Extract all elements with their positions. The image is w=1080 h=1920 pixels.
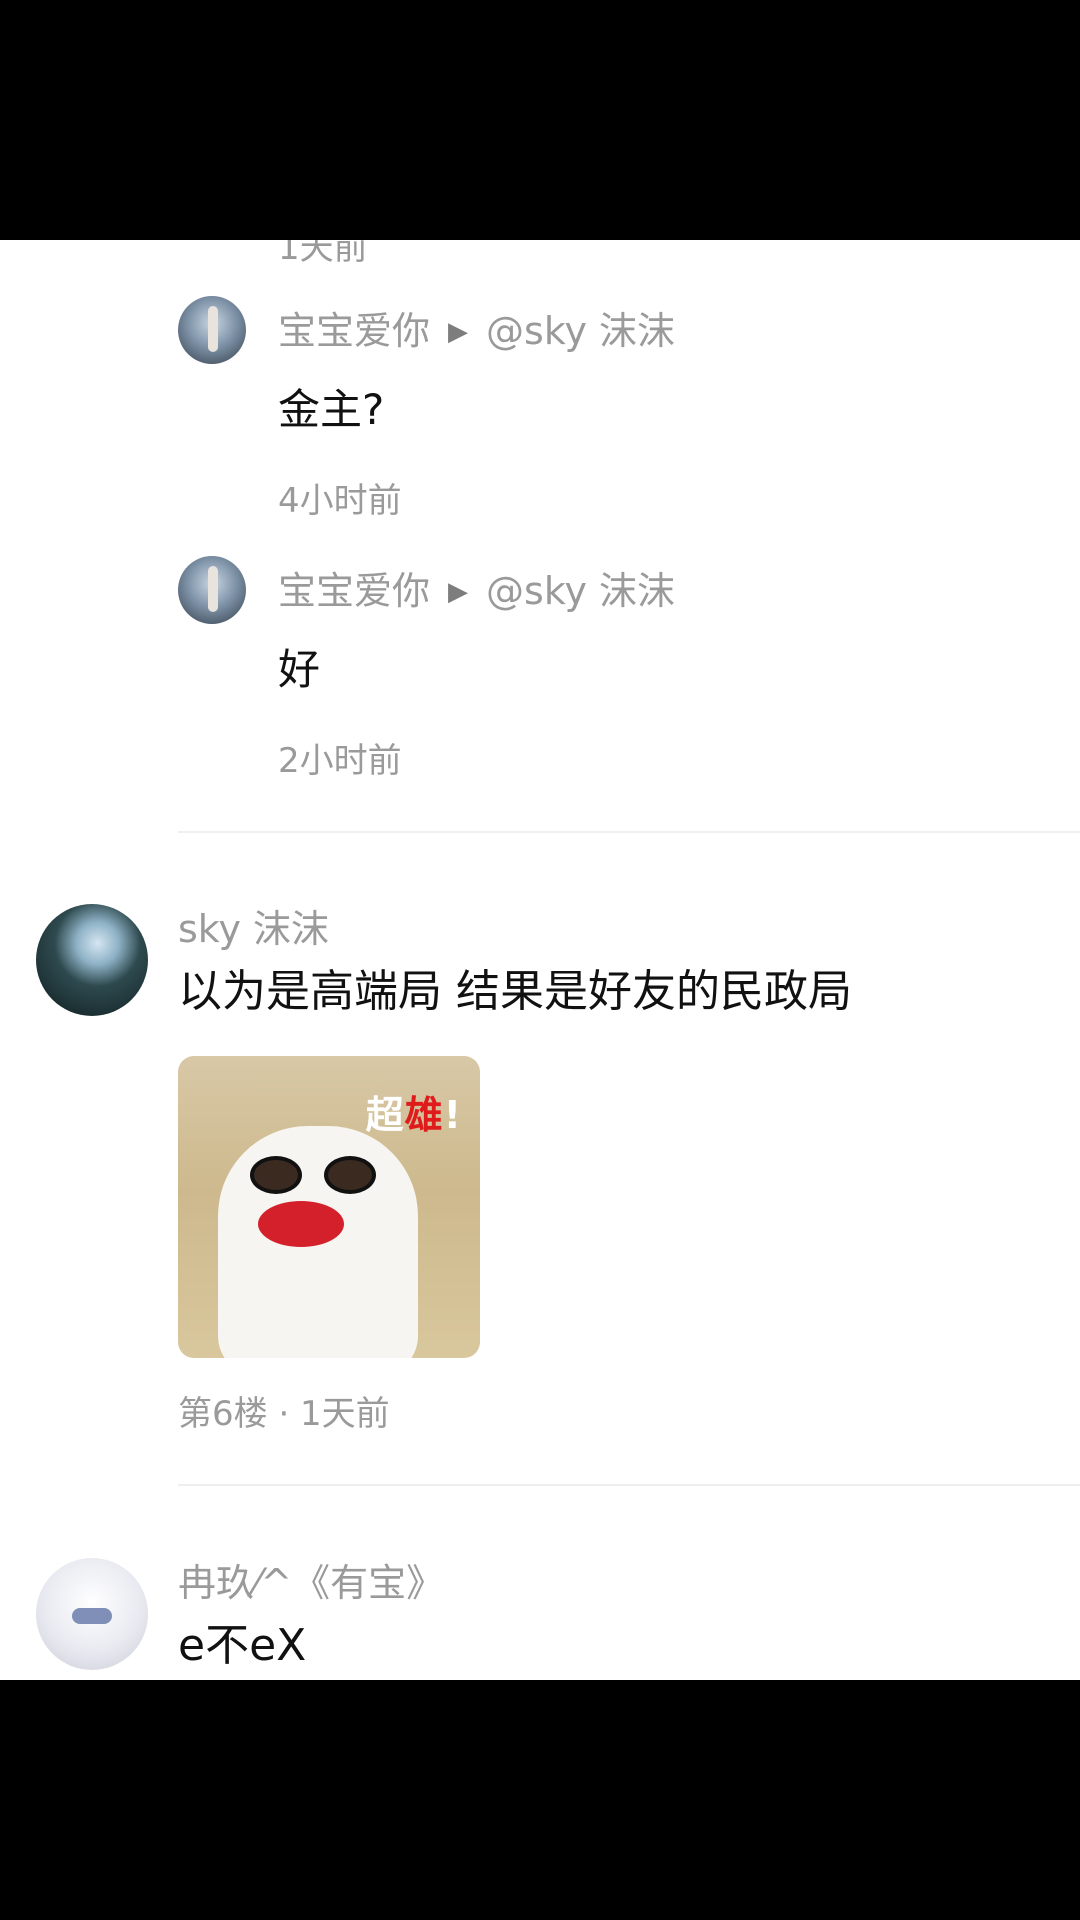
clipped-timestamp: 1天前	[278, 240, 368, 268]
reply-header: 宝宝爱你 ▶ @sky 沫沫	[278, 308, 675, 355]
reply-target-username[interactable]: @sky 沫沫	[486, 569, 675, 613]
cat-lips	[258, 1201, 344, 1247]
reply-header: 宝宝爱你 ▶ @sky 沫沫	[278, 568, 675, 615]
comment-text: e不eX	[178, 1620, 307, 1671]
reply-text: 好	[278, 645, 321, 694]
reply-arrow-icon: ▶	[448, 577, 469, 607]
divider	[178, 831, 1080, 833]
reply-time: 4小时前	[278, 481, 402, 521]
reply-arrow-icon: ▶	[448, 317, 469, 347]
divider	[178, 1484, 1080, 1486]
reply-item: 宝宝爱你 ▶ @sky 沫沫 好 2小时前	[178, 556, 1058, 786]
reply-item: 宝宝爱你 ▶ @sky 沫沫 金主? 4小时前	[178, 296, 1058, 526]
sticker-caption: 超雄!	[366, 1084, 462, 1139]
sticker-caption-part: 超	[365, 1093, 405, 1137]
avatar[interactable]	[178, 296, 246, 364]
cat-eye-right	[324, 1156, 376, 1194]
comment-text: 以为是高端局 结果是好友的民政局	[178, 966, 852, 1017]
reply-username[interactable]: 宝宝爱你	[278, 309, 430, 353]
cat-eye-left	[250, 1156, 302, 1194]
comment-item: sky 沫沫 以为是高端局 结果是好友的民政局 超雄! 第6楼 · 1天前	[0, 904, 1080, 1464]
reply-text: 金主?	[278, 385, 385, 434]
comment-meta: 第6楼 · 1天前	[178, 1394, 390, 1434]
sticker-caption-mark: !	[443, 1093, 462, 1137]
avatar[interactable]	[36, 904, 148, 1016]
comment-username[interactable]: sky 沫沫	[178, 904, 329, 954]
comment-item: 冉玖⁄^《有宝》 e不eX	[0, 1558, 1080, 1680]
avatar[interactable]	[178, 556, 246, 624]
sticker-image[interactable]: 超雄!	[178, 1056, 480, 1358]
comment-thread: 1天前 宝宝爱你 ▶ @sky 沫沫 金主? 4小时前 宝宝爱你 ▶ @sky 沫沫 好…	[0, 240, 1080, 1680]
reply-username[interactable]: 宝宝爱你	[278, 569, 430, 613]
avatar[interactable]	[36, 1558, 148, 1670]
reply-time: 2小时前	[278, 741, 402, 781]
sticker-caption-highlight: 雄	[404, 1093, 444, 1137]
reply-target-username[interactable]: @sky 沫沫	[486, 309, 675, 353]
comment-username[interactable]: 冉玖⁄^《有宝》	[178, 1558, 444, 1608]
